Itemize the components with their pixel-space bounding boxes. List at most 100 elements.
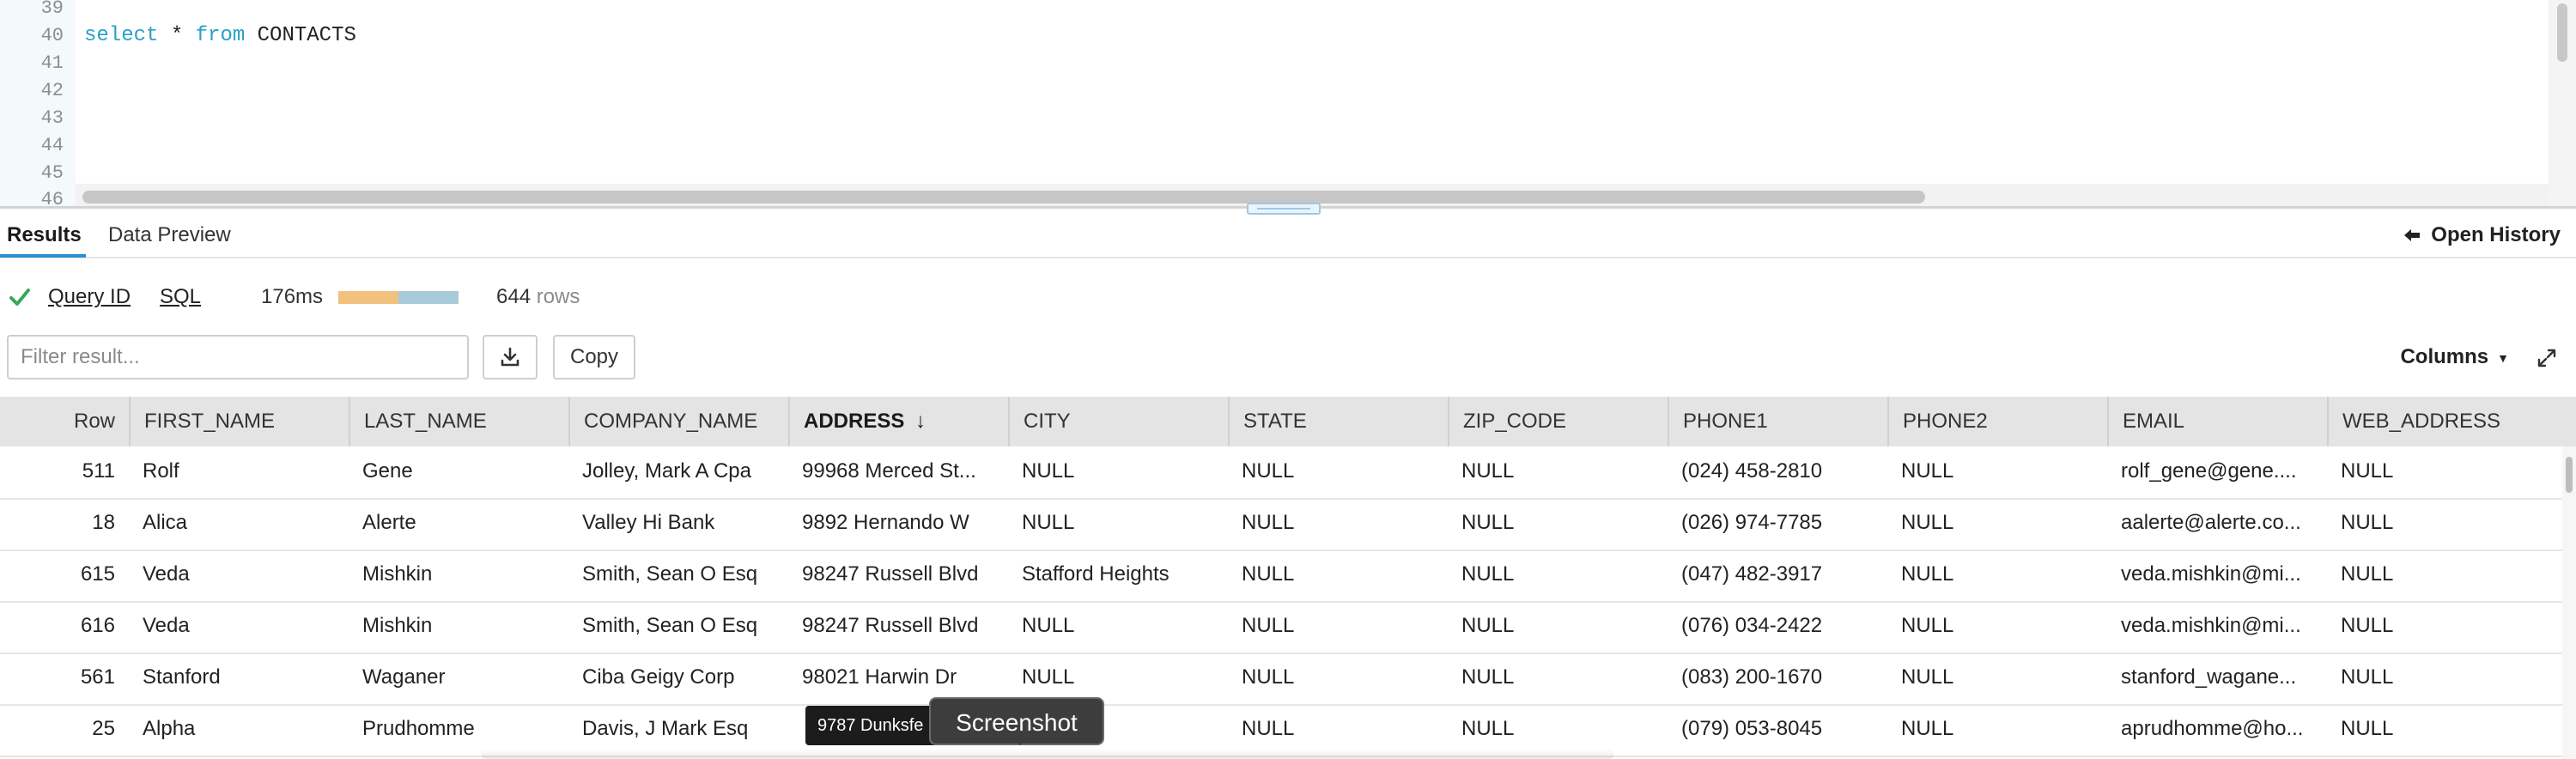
cell-city[interactable]: Stafford Heights bbox=[1008, 550, 1228, 601]
editor-vertical-scroll-thumb[interactable] bbox=[2557, 3, 2567, 62]
cell-first-name[interactable]: Veda bbox=[129, 550, 349, 601]
cell-zip-code[interactable]: NULL bbox=[1448, 446, 1668, 498]
column-header-row[interactable]: Row bbox=[0, 397, 129, 446]
cell-first-name[interactable]: Stanford bbox=[129, 653, 349, 704]
cell-last-name[interactable]: Prudhomme bbox=[349, 704, 568, 756]
cell-company-name[interactable]: Valley Hi Bank bbox=[568, 498, 788, 550]
cell-row-number[interactable]: 561 bbox=[0, 653, 129, 704]
cell-phone2[interactable]: NULL bbox=[1887, 601, 2107, 653]
cell-address[interactable]: 99968 Merced St... bbox=[788, 446, 1008, 498]
cell-zip-code[interactable]: NULL bbox=[1448, 550, 1668, 601]
cell-phone2[interactable]: NULL bbox=[1887, 550, 2107, 601]
cell-phone1[interactable]: (026) 974-7785 bbox=[1668, 498, 1887, 550]
cell-phone1[interactable]: (079) 053-8045 bbox=[1668, 704, 1887, 756]
column-header-zip-code[interactable]: ZIP_CODE bbox=[1448, 397, 1668, 446]
cell-last-name[interactable]: Mishkin bbox=[349, 601, 568, 653]
cell-email[interactable]: veda.mishkin@mi... bbox=[2107, 550, 2327, 601]
cell-phone2[interactable]: NULL bbox=[1887, 446, 2107, 498]
cell-email[interactable]: aprudhomme@ho... bbox=[2107, 704, 2327, 756]
cell-zip-code[interactable]: NULL bbox=[1448, 704, 1668, 756]
open-history-button[interactable]: Open History bbox=[2403, 222, 2561, 249]
column-header-company-name[interactable]: COMPANY_NAME bbox=[568, 397, 788, 446]
query-id-link[interactable]: Query ID bbox=[48, 283, 131, 311]
grid-vertical-scrollbar[interactable] bbox=[2562, 446, 2576, 759]
tab-data-preview[interactable]: Data Preview bbox=[108, 222, 231, 249]
cell-first-name[interactable]: Rolf bbox=[129, 446, 349, 498]
cell-company-name[interactable]: Jolley, Mark A Cpa bbox=[568, 446, 788, 498]
cell-zip-code[interactable]: NULL bbox=[1448, 601, 1668, 653]
column-header-address[interactable]: ADDRESS ↓ bbox=[788, 397, 1008, 446]
cell-first-name[interactable]: Alica bbox=[129, 498, 349, 550]
cell-last-name[interactable]: Waganer bbox=[349, 653, 568, 704]
cell-state[interactable]: NULL bbox=[1228, 653, 1448, 704]
sql-editor[interactable]: 39 40 41 42 43 44 45 46 select * from CO… bbox=[0, 0, 2576, 210]
editor-horizontal-scroll-thumb[interactable] bbox=[82, 191, 1925, 203]
copy-button[interactable]: Copy bbox=[553, 335, 635, 380]
column-header-last-name[interactable]: LAST_NAME bbox=[349, 397, 568, 446]
cell-phone1[interactable]: (024) 458-2810 bbox=[1668, 446, 1887, 498]
cell-email[interactable]: rolf_gene@gene.... bbox=[2107, 446, 2327, 498]
table-row[interactable]: 615 Veda Mishkin Smith, Sean O Esq 98247 Rus… bbox=[0, 550, 2567, 603]
column-header-email[interactable]: EMAIL bbox=[2107, 397, 2327, 446]
cell-row-number[interactable]: 511 bbox=[0, 446, 129, 498]
cell-web-address[interactable]: NULL bbox=[2327, 704, 2562, 756]
cell-phone2[interactable]: NULL bbox=[1887, 704, 2107, 756]
cell-city[interactable]: NULL bbox=[1008, 653, 1228, 704]
cell-first-name[interactable]: Veda bbox=[129, 601, 349, 653]
filter-result-input[interactable] bbox=[7, 335, 469, 380]
column-header-first-name[interactable]: FIRST_NAME bbox=[129, 397, 349, 446]
cell-web-address[interactable]: NULL bbox=[2327, 601, 2562, 653]
cell-city[interactable]: NULL bbox=[1008, 498, 1228, 550]
cell-company-name[interactable]: Smith, Sean O Esq bbox=[568, 601, 788, 653]
grid-vertical-scroll-thumb[interactable] bbox=[2566, 457, 2573, 493]
column-header-city[interactable]: CITY bbox=[1008, 397, 1228, 446]
cell-phone1[interactable]: (047) 482-3917 bbox=[1668, 550, 1887, 601]
cell-phone2[interactable]: NULL bbox=[1887, 498, 2107, 550]
table-row[interactable]: 616 Veda Mishkin Smith, Sean O Esq 98247 Rus… bbox=[0, 601, 2567, 654]
cell-state[interactable]: NULL bbox=[1228, 704, 1448, 756]
column-header-web-address[interactable]: WEB_ADDRESS bbox=[2327, 397, 2576, 446]
table-row[interactable]: 18 Alica Alerte Valley Hi Bank 9892 Hernando… bbox=[0, 498, 2567, 551]
cell-web-address[interactable]: NULL bbox=[2327, 550, 2562, 601]
column-header-phone2[interactable]: PHONE2 bbox=[1887, 397, 2107, 446]
cell-row-number[interactable]: 25 bbox=[0, 704, 129, 756]
cell-phone2[interactable]: NULL bbox=[1887, 653, 2107, 704]
cell-email[interactable]: aalerte@alerte.co... bbox=[2107, 498, 2327, 550]
cell-row-number[interactable]: 616 bbox=[0, 601, 129, 653]
cell-phone1[interactable]: (076) 034-2422 bbox=[1668, 601, 1887, 653]
column-header-phone1[interactable]: PHONE1 bbox=[1668, 397, 1887, 446]
sql-link[interactable]: SQL bbox=[160, 283, 201, 311]
cell-city[interactable]: NULL bbox=[1008, 446, 1228, 498]
column-header-state[interactable]: STATE bbox=[1228, 397, 1448, 446]
cell-state[interactable]: NULL bbox=[1228, 446, 1448, 498]
cell-company-name[interactable]: Ciba Geigy Corp bbox=[568, 653, 788, 704]
cell-zip-code[interactable]: NULL bbox=[1448, 653, 1668, 704]
columns-dropdown[interactable]: Columns ▼ bbox=[2400, 343, 2509, 372]
cell-address[interactable]: 9892 Hernando W bbox=[788, 498, 1008, 550]
cell-phone1[interactable]: (083) 200-1670 bbox=[1668, 653, 1887, 704]
cell-web-address[interactable]: NULL bbox=[2327, 653, 2562, 704]
cell-state[interactable]: NULL bbox=[1228, 601, 1448, 653]
cell-email[interactable]: stanford_wagane... bbox=[2107, 653, 2327, 704]
sql-query-line[interactable]: select * from CONTACTS bbox=[84, 23, 356, 49]
cell-city[interactable]: NULL bbox=[1008, 601, 1228, 653]
cell-state[interactable]: NULL bbox=[1228, 498, 1448, 550]
cell-row-number[interactable]: 615 bbox=[0, 550, 129, 601]
cell-address[interactable]: 98021 Harwin Dr bbox=[788, 653, 1008, 704]
cell-last-name[interactable]: Gene bbox=[349, 446, 568, 498]
cell-last-name[interactable]: Mishkin bbox=[349, 550, 568, 601]
download-button[interactable] bbox=[483, 335, 538, 380]
cell-last-name[interactable]: Alerte bbox=[349, 498, 568, 550]
cell-first-name[interactable]: Alpha bbox=[129, 704, 349, 756]
table-row[interactable]: 511 Rolf Gene Jolley, Mark A Cpa 99968 Merce… bbox=[0, 446, 2567, 500]
cell-company-name[interactable]: Smith, Sean O Esq bbox=[568, 550, 788, 601]
cell-address[interactable]: 98247 Russell Blvd bbox=[788, 601, 1008, 653]
cell-web-address[interactable]: NULL bbox=[2327, 498, 2562, 550]
cell-company-name[interactable]: Davis, J Mark Esq bbox=[568, 704, 788, 756]
cell-row-number[interactable]: 18 bbox=[0, 498, 129, 550]
tab-results[interactable]: Results bbox=[7, 222, 82, 249]
pane-resize-handle[interactable] bbox=[1247, 203, 1321, 215]
table-row[interactable]: 561 Stanford Waganer Ciba Geigy Corp 98021 H… bbox=[0, 653, 2567, 706]
cell-address[interactable]: 98247 Russell Blvd bbox=[788, 550, 1008, 601]
cell-email[interactable]: veda.mishkin@mi... bbox=[2107, 601, 2327, 653]
